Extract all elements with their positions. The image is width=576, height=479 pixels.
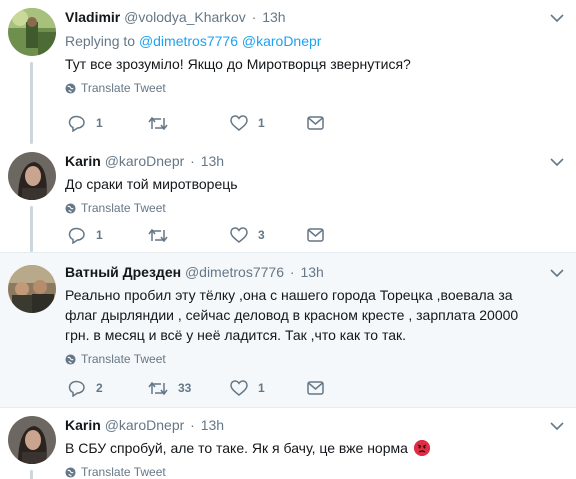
- reply-icon: [68, 227, 85, 244]
- like-count: 1: [258, 381, 265, 395]
- retweet-icon: [148, 228, 168, 242]
- retweet-icon: [148, 381, 168, 395]
- translate-tweet-link[interactable]: Translate Tweet: [65, 80, 546, 96]
- like-button[interactable]: 1: [230, 378, 265, 398]
- timestamp[interactable]: 13h: [201, 417, 224, 433]
- reply-button[interactable]: 1: [68, 225, 103, 245]
- retweet-button[interactable]: [148, 225, 178, 245]
- envelope-icon: [307, 228, 324, 242]
- globe-icon: [65, 82, 76, 94]
- author-handle[interactable]: @volodya_Kharkov: [124, 9, 246, 25]
- globe-icon: [65, 466, 76, 478]
- envelope-icon: [307, 116, 324, 130]
- reply-icon: [68, 380, 85, 397]
- chevron-down-icon[interactable]: [550, 10, 564, 23]
- angry-face-emoji-icon: [413, 440, 430, 456]
- timestamp[interactable]: 13h: [300, 264, 323, 280]
- thread-line: [30, 62, 33, 144]
- tweet-header: Ватный Дрезден @dimetros7776 · 13h: [65, 263, 546, 281]
- chevron-down-icon[interactable]: [550, 418, 564, 431]
- tweet-karin-1[interactable]: Karin @karoDnepr · 13h До сраки той миро…: [0, 144, 576, 252]
- avatar[interactable]: [8, 265, 56, 313]
- author-handle[interactable]: @dimetros7776: [185, 264, 284, 280]
- tweet-text: Тут все зрозуміло! Якщо до Миротворця зв…: [65, 56, 411, 72]
- reply-count: 1: [96, 228, 103, 242]
- separator-dot: ·: [251, 9, 257, 25]
- tweet-header: Karin @karoDnepr · 13h: [65, 152, 546, 170]
- translate-label[interactable]: Translate Tweet: [81, 200, 166, 216]
- author-name[interactable]: Vladimir: [65, 9, 120, 25]
- translate-label[interactable]: Translate Tweet: [81, 351, 166, 367]
- envelope-icon: [307, 381, 324, 395]
- reply-count: 2: [96, 381, 103, 395]
- retweet-button[interactable]: [148, 113, 178, 133]
- translate-tweet-link[interactable]: Translate Tweet: [65, 464, 546, 479]
- direct-message-button[interactable]: [307, 113, 324, 133]
- author-name[interactable]: Karin: [65, 417, 101, 433]
- tweet-text: Реально пробил эту тёлку ,она с нашего г…: [65, 287, 519, 343]
- translate-label[interactable]: Translate Tweet: [81, 80, 166, 96]
- timestamp[interactable]: 13h: [201, 153, 224, 169]
- like-count: 1: [258, 116, 265, 130]
- timestamp[interactable]: 13h: [262, 9, 285, 25]
- tweet-karin-2[interactable]: Karin @karoDnepr · 13h В СБУ спробуй, ал…: [0, 408, 576, 479]
- heart-icon: [230, 115, 248, 131]
- tweet-text: До сраки той миротворець: [65, 176, 238, 192]
- author-handle[interactable]: @karoDnepr: [105, 417, 185, 433]
- like-count: 3: [258, 228, 265, 242]
- thread-line: [30, 206, 33, 252]
- globe-icon: [65, 202, 76, 214]
- tweet-text-container: В СБУ спробуй, але то таке. Як я бачу, ц…: [65, 438, 546, 458]
- thread-line: [30, 470, 33, 479]
- author-name[interactable]: Karin: [65, 153, 101, 169]
- like-button[interactable]: 3: [230, 225, 265, 245]
- reply-button[interactable]: 2: [68, 378, 103, 398]
- replying-to-label: Replying to: [65, 33, 136, 49]
- globe-icon: [65, 353, 76, 365]
- avatar[interactable]: [8, 152, 56, 200]
- tweet-header: Vladimir @volodya_Kharkov · 13h: [65, 8, 546, 26]
- avatar[interactable]: [8, 416, 56, 464]
- translate-label[interactable]: Translate Tweet: [81, 464, 166, 479]
- like-button[interactable]: 1: [230, 113, 265, 133]
- reply-count: 1: [96, 116, 103, 130]
- author-name[interactable]: Ватный Дрезден: [65, 264, 181, 280]
- retweet-count: 33: [178, 381, 192, 395]
- reply-icon: [68, 115, 85, 132]
- tweet-vladimir[interactable]: Vladimir @volodya_Kharkov · 13h Replying…: [0, 0, 576, 144]
- separator-dot: ·: [190, 153, 195, 169]
- heart-icon: [230, 380, 248, 396]
- separator-dot: ·: [190, 417, 195, 433]
- avatar[interactable]: [8, 8, 56, 56]
- conversation-thread: Vladimir @volodya_Kharkov · 13h Replying…: [0, 0, 576, 479]
- heart-icon: [230, 227, 248, 243]
- chevron-down-icon[interactable]: [550, 265, 564, 278]
- separator-dot: ·: [289, 264, 295, 280]
- author-handle[interactable]: @karoDnepr: [105, 153, 185, 169]
- translate-tweet-link[interactable]: Translate Tweet: [65, 200, 546, 216]
- replying-to-users[interactable]: @dimetros7776 @karoDnepr: [139, 33, 322, 49]
- tweet-vatnyi-drezden[interactable]: Ватный Дрезден @dimetros7776 · 13h Реаль…: [0, 253, 576, 407]
- tweet-header: Karin @karoDnepr · 13h: [65, 416, 546, 434]
- retweet-icon: [148, 116, 168, 130]
- replying-to: Replying to @dimetros7776 @karoDnepr: [65, 32, 546, 50]
- retweet-button[interactable]: 33: [148, 378, 191, 398]
- tweet-text: В СБУ спробуй, але то таке. Як я бачу, ц…: [65, 440, 408, 456]
- direct-message-button[interactable]: [307, 378, 324, 398]
- direct-message-button[interactable]: [307, 225, 324, 245]
- translate-tweet-link[interactable]: Translate Tweet: [65, 351, 546, 367]
- reply-button[interactable]: 1: [68, 113, 103, 133]
- chevron-down-icon[interactable]: [550, 154, 564, 167]
